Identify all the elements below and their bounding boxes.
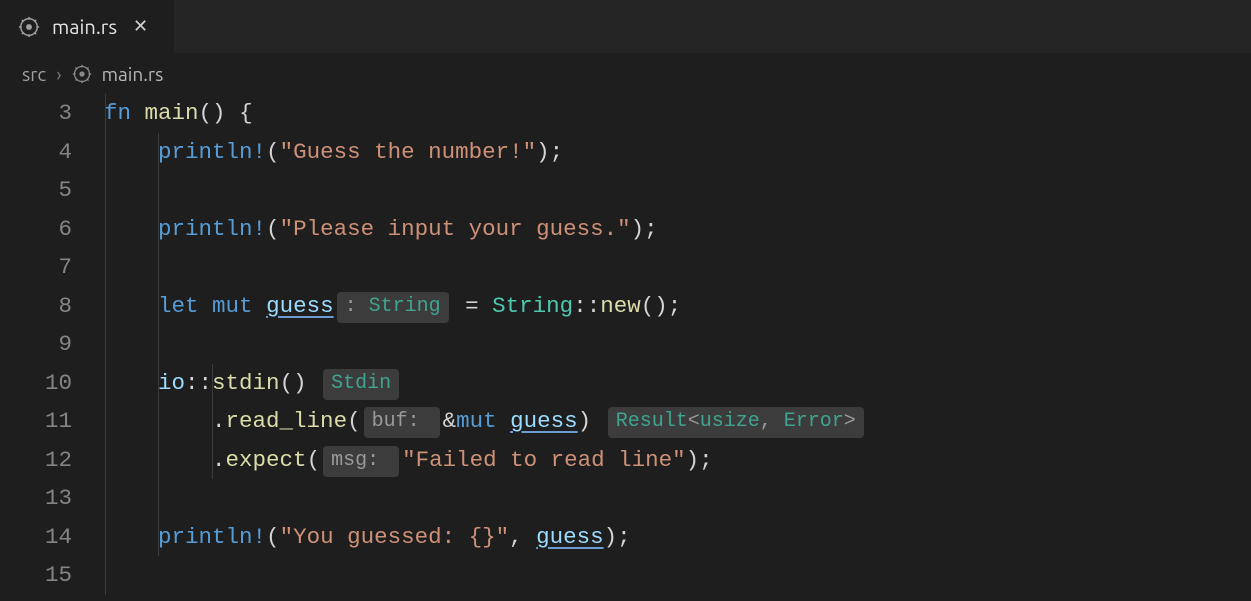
code-line[interactable]: .expect(msg: "Failed to read line"); — [104, 441, 1251, 480]
code-line[interactable]: let mut guess: String = String::new(); — [104, 287, 1251, 326]
line-number-gutter: 3456789101112131415 — [0, 94, 100, 595]
line-number: 7 — [0, 248, 72, 287]
chevron-right-icon: › — [56, 63, 61, 85]
code-line[interactable] — [104, 325, 1251, 364]
line-number: 8 — [0, 287, 72, 326]
line-number: 14 — [0, 518, 72, 557]
line-number: 12 — [0, 441, 72, 480]
inlay-hint: Result<usize, Error> — [608, 407, 864, 438]
code-line[interactable]: println!("You guessed: {}", guess); — [104, 518, 1251, 557]
line-number: 15 — [0, 556, 72, 595]
tab-label: main.rs — [52, 15, 117, 38]
rust-icon — [18, 16, 40, 38]
line-number: 4 — [0, 133, 72, 172]
breadcrumb[interactable]: src › main.rs — [0, 54, 1251, 94]
line-number: 11 — [0, 402, 72, 441]
code-line[interactable]: println!("Guess the number!"); — [104, 133, 1251, 172]
code-editor[interactable]: 3456789101112131415 fn main() { println!… — [0, 94, 1251, 595]
inlay-hint: msg: — [323, 446, 399, 477]
tab-bar: main.rs ✕ — [0, 0, 1251, 54]
inlay-hint: : String — [337, 292, 449, 323]
code-area[interactable]: fn main() { println!("Guess the number!"… — [100, 94, 1251, 595]
code-line[interactable]: fn main() { — [104, 94, 1251, 133]
close-icon[interactable]: ✕ — [129, 16, 152, 37]
code-line[interactable]: io::stdin() Stdin — [104, 364, 1251, 403]
code-line[interactable]: println!("Please input your guess."); — [104, 210, 1251, 249]
line-number: 5 — [0, 171, 72, 210]
line-number: 10 — [0, 364, 72, 403]
code-line[interactable]: .read_line(buf: &mut guess) Result<usize… — [104, 402, 1251, 441]
line-number: 9 — [0, 325, 72, 364]
tab-main-rs[interactable]: main.rs ✕ — [0, 0, 174, 53]
code-line[interactable] — [104, 556, 1251, 595]
inlay-hint: Stdin — [323, 369, 399, 400]
breadcrumb-folder[interactable]: src — [22, 63, 46, 85]
breadcrumb-file[interactable]: main.rs — [102, 63, 164, 85]
line-number: 6 — [0, 210, 72, 249]
inlay-hint: buf: — [364, 407, 440, 438]
line-number: 3 — [0, 94, 72, 133]
line-number: 13 — [0, 479, 72, 518]
code-line[interactable] — [104, 479, 1251, 518]
code-line[interactable] — [104, 248, 1251, 287]
rust-icon — [72, 64, 92, 84]
code-line[interactable] — [104, 171, 1251, 210]
